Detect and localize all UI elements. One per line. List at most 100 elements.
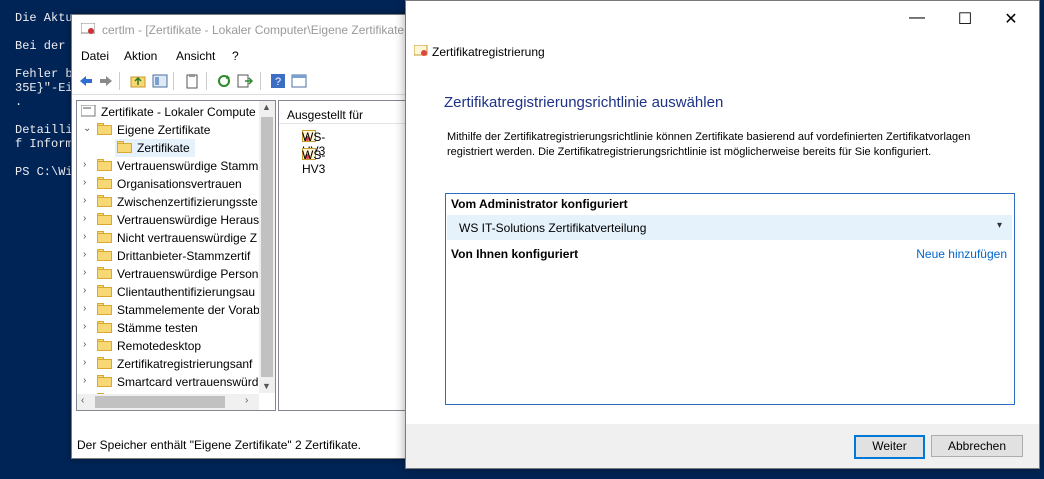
folder-icon (97, 213, 112, 225)
properties-icon[interactable] (291, 73, 307, 89)
maximize-button[interactable]: ☐ (942, 9, 988, 29)
tree-item-label: Nicht vertrauenswürdige Z (117, 231, 258, 245)
tree-item-label: Zwischenzertifizierungsste (117, 195, 258, 209)
clipboard-icon[interactable] (184, 73, 200, 89)
folder-icon (97, 285, 112, 297)
chevron-right-icon[interactable]: › (83, 375, 93, 386)
tree-item-label: Clientauthentifizierungsau (117, 285, 256, 299)
tree-item-label: Stammelemente der Vorab (117, 303, 260, 317)
forward-arrow-icon[interactable] (98, 73, 114, 89)
tree-item-label: Smartcard vertrauenswürd (117, 375, 259, 389)
export-list-icon[interactable] (237, 73, 253, 89)
chevron-right-icon[interactable]: › (83, 357, 93, 368)
certlm-title-bar[interactable]: certlm - [Zertifikate - Lokaler Computer… (72, 15, 417, 45)
toolbar-separator (206, 72, 207, 90)
scroll-left-icon[interactable]: ‹ (81, 395, 84, 406)
certlm-title: certlm - [Zertifikate - Lokaler Computer… (102, 23, 405, 37)
scroll-right-icon[interactable]: › (245, 395, 248, 406)
close-button[interactable]: ✕ (988, 9, 1034, 29)
next-button[interactable]: Weiter (854, 435, 925, 459)
folder-open-icon (117, 141, 132, 153)
chevron-right-icon[interactable]: › (83, 339, 93, 350)
chevron-right-icon[interactable]: › (83, 249, 93, 260)
powershell-line: 35E}"-Ei (15, 81, 73, 95)
toolbar-separator (260, 72, 261, 90)
chevron-right-icon[interactable]: › (83, 195, 93, 206)
status-text: Der Speicher enthält "Eigene Zertifikate… (77, 438, 361, 452)
chevron-right-icon[interactable]: › (83, 213, 93, 224)
dialog-footer: Weiter Abbrechen (406, 424, 1039, 468)
help-icon[interactable]: ? (270, 73, 286, 89)
folder-icon (97, 375, 112, 387)
tree-item-label: Organisationsvertrauen (117, 177, 242, 191)
page-title: Zertifikatregistrierungsrichtlinie auswä… (444, 94, 724, 111)
tree-item-label: Eigene Zertifikate (117, 123, 211, 137)
folder-icon (97, 231, 112, 243)
refresh-icon[interactable] (216, 73, 232, 89)
tree-item-label: Vertrauenswürdige Person (117, 267, 259, 281)
chevron-right-icon[interactable]: › (83, 321, 93, 332)
cancel-button[interactable]: Abbrechen (931, 435, 1023, 457)
tree-item-label: Vertrauenswürdige Stamm (117, 159, 259, 173)
tree-item-label: Zertifikatregistrierungsanf (117, 357, 253, 371)
chevron-right-icon[interactable]: › (83, 159, 93, 170)
toolbar-separator (119, 72, 120, 90)
folder-icon (97, 249, 112, 261)
chevron-down-icon[interactable]: ⌄ (83, 123, 93, 134)
chevron-right-icon[interactable]: › (83, 303, 93, 314)
status-bar: Der Speicher enthält "Eigene Zertifikate… (72, 436, 417, 456)
toolbar-separator (173, 72, 174, 90)
folder-icon (97, 339, 112, 351)
folder-icon (97, 195, 112, 207)
up-folder-icon[interactable] (130, 73, 146, 89)
menu-help[interactable]: ? (232, 49, 239, 63)
page-description: Mithilfe der Zertifikatregistrierungsric… (447, 131, 971, 158)
menu-datei[interactable]: Datei (81, 49, 109, 63)
certificate-store-icon (81, 105, 96, 117)
certificate-list: Ausgestellt für WS-HV3 WS-HV3 (278, 100, 418, 411)
minimize-button[interactable]: — (894, 9, 940, 27)
chevron-right-icon[interactable]: › (83, 285, 93, 296)
scroll-down-icon[interactable]: ▼ (262, 381, 271, 391)
section-user-configured: Von Ihnen konfiguriert (451, 247, 579, 261)
chevron-right-icon[interactable]: › (83, 177, 93, 188)
policy-item[interactable]: WS IT-Solutions Zertifikatverteilung ▾ (447, 215, 1012, 240)
tree-item-label: Vertrauenswürdige Heraus (117, 213, 260, 227)
chevron-right-icon[interactable]: › (83, 231, 93, 242)
folder-icon (97, 357, 112, 369)
folder-icon (97, 303, 112, 315)
back-arrow-icon[interactable] (78, 73, 94, 89)
powershell-line: Fehler b (15, 67, 73, 81)
add-new-link[interactable]: Neue hinzufügen (916, 247, 1007, 261)
column-header-issued-to[interactable]: Ausgestellt für (279, 101, 418, 124)
tree-item-label: Stämme testen (117, 321, 198, 335)
menu-ansicht[interactable]: Ansicht (176, 49, 215, 63)
powershell-line: . (15, 95, 23, 109)
folder-icon (97, 123, 112, 135)
powershell-line: Detailli (15, 123, 73, 137)
folder-icon (97, 177, 112, 189)
powershell-line: Die Aktu (15, 11, 73, 25)
tree-item-label: Zertifikate (137, 141, 190, 155)
scroll-thumb[interactable] (95, 396, 225, 408)
menu-aktion[interactable]: Aktion (124, 49, 157, 63)
tree-item-zertifikate[interactable]: Zertifikate (115, 139, 195, 157)
folder-icon (97, 321, 112, 333)
list-item-label: WS-HV3 (302, 148, 326, 176)
folder-icon (97, 267, 112, 279)
folder-icon (97, 159, 112, 171)
chevron-down-icon[interactable]: ▾ (997, 220, 1002, 231)
show-hide-tree-icon[interactable] (152, 73, 168, 89)
scroll-thumb[interactable] (261, 117, 273, 377)
svg-text:?: ? (275, 76, 281, 88)
tree-root-label: Zertifikate - Lokaler Compute (101, 105, 256, 119)
tree-horizontal-scrollbar[interactable]: ‹ › (77, 394, 259, 410)
scroll-up-icon[interactable]: ▲ (262, 102, 271, 112)
chevron-right-icon[interactable]: › (83, 267, 93, 278)
section-admin-configured: Vom Administrator konfiguriert (451, 197, 628, 211)
powershell-line: Bei der (15, 39, 66, 53)
tree-vertical-scrollbar[interactable]: ▲ ▼ (259, 101, 275, 393)
tree-item-label: Drittanbieter-Stammzertif (117, 249, 251, 263)
policy-item-label: WS IT-Solutions Zertifikatverteilung (459, 221, 647, 235)
certificate-enrollment-icon (414, 45, 428, 56)
